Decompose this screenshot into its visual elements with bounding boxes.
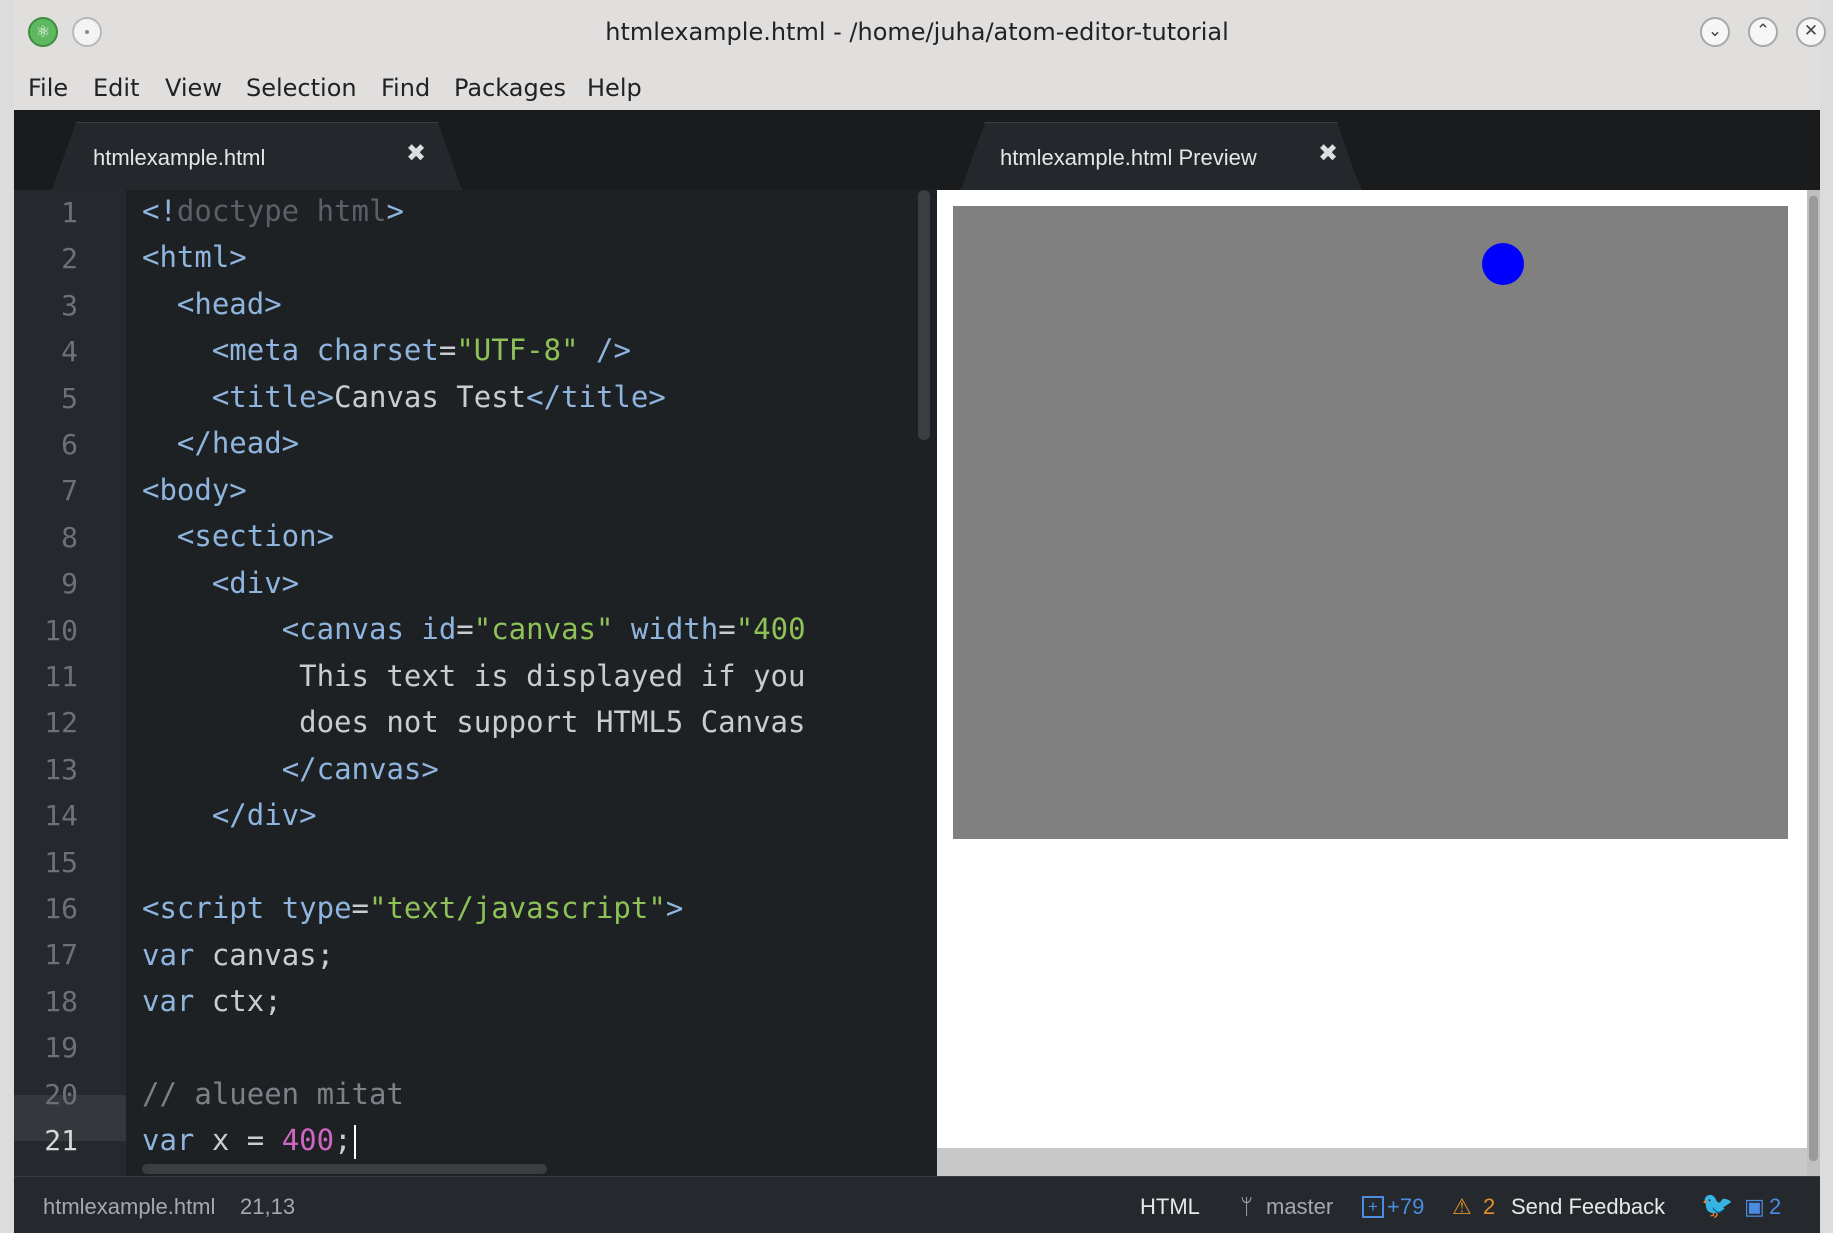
code-line: <!doctype html>: [142, 194, 404, 228]
html-preview-pane: [937, 190, 1807, 1148]
branch-icon: ᛘ: [1240, 1194, 1254, 1219]
menu-help[interactable]: Help: [587, 74, 642, 102]
code-line: <head>: [176, 287, 282, 321]
text-cursor: [353, 1125, 356, 1159]
line-number: 12: [44, 706, 78, 740]
minimize-button[interactable]: ⌄: [1700, 17, 1730, 47]
line-number: 17: [44, 938, 78, 972]
menu-view[interactable]: View: [165, 74, 222, 102]
line-number: 11: [44, 660, 78, 693]
status-packages[interactable]: 2: [1769, 1194, 1781, 1220]
bird-icon[interactable]: 🐦: [1701, 1190, 1733, 1221]
menu-selection[interactable]: Selection: [246, 74, 357, 102]
close-window-button[interactable]: ✕: [1796, 17, 1826, 47]
line-number: 8: [61, 520, 78, 554]
line-number: 14: [44, 799, 78, 833]
status-git-added[interactable]: +79: [1387, 1194, 1424, 1220]
code-line: This text is displayed if you: [142, 659, 806, 693]
tab-label: htmlexample.html Preview: [1000, 145, 1257, 170]
preview-canvas: [953, 206, 1788, 839]
menu-packages[interactable]: Packages: [454, 74, 566, 102]
code-line: <body>: [142, 473, 247, 507]
code-line: var x = 400;: [142, 1123, 356, 1159]
code-line: <meta charset="UTF-8" />: [211, 333, 631, 367]
code-line: var ctx;: [142, 984, 282, 1018]
code-line: <section>: [176, 519, 335, 553]
code-line: </canvas>: [281, 752, 439, 786]
line-number: 13: [44, 752, 78, 786]
workspace: htmlexample.html ✖ htmlexample.html Prev…: [14, 110, 1820, 1176]
line-number: 18: [44, 984, 78, 1018]
close-icon[interactable]: ✖: [1318, 139, 1338, 167]
line-number-gutter: 1 2 3 4 5 6 7 8 9 10 11 12 13 14 15 16 17 18 19 20 21: [14, 190, 126, 1176]
send-feedback-link[interactable]: Send Feedback: [1511, 1194, 1665, 1220]
chevron-down-icon: ⌄: [1707, 21, 1723, 41]
git-added-icon: +: [1362, 1196, 1384, 1218]
code-line: <script type="text/javascript">: [142, 891, 684, 925]
line-number: 7: [61, 474, 78, 508]
line-number: 9: [61, 567, 78, 601]
atom-window: ⚛ htmlexample.html - /home/juha/atom-edi…: [14, 0, 1826, 1233]
code-line: var canvas;: [142, 938, 335, 972]
code-line: </head>: [176, 426, 300, 460]
line-number: 21: [44, 1124, 78, 1157]
line-number: 5: [61, 381, 78, 415]
code-line: // alueen mitat: [142, 1077, 404, 1111]
line-number: 19: [44, 1031, 78, 1065]
status-warnings[interactable]: 2: [1483, 1194, 1495, 1220]
horizontal-scrollbar[interactable]: [142, 1164, 547, 1174]
status-bar: htmlexample.html 21,13 HTML ᛘ master + +…: [14, 1176, 1820, 1233]
line-number: 10: [44, 613, 78, 647]
status-file-name[interactable]: htmlexample.html: [43, 1194, 215, 1220]
preview-hscroll-track[interactable]: [937, 1148, 1807, 1176]
tab-label: htmlexample.html: [93, 145, 266, 170]
close-icon: ✕: [1803, 21, 1819, 41]
menu-find[interactable]: Find: [381, 74, 430, 102]
menu-bar: File Edit View Selection Find Packages H…: [14, 66, 1820, 110]
status-grammar[interactable]: HTML: [1140, 1194, 1200, 1220]
package-icon: ▣: [1744, 1194, 1765, 1219]
status-git-branch[interactable]: master: [1266, 1194, 1333, 1220]
code-line: </div>: [211, 798, 317, 832]
line-number: 16: [44, 892, 78, 925]
code-line: <canvas id="canvas" width="400: [281, 612, 806, 646]
line-number: 6: [61, 428, 78, 461]
line-number: 4: [61, 335, 78, 369]
vertical-scrollbar[interactable]: [918, 190, 930, 440]
line-number: 3: [61, 288, 78, 322]
warning-icon: ⚠: [1452, 1194, 1472, 1219]
line-number: 20: [44, 1077, 78, 1111]
line-number: 1: [61, 196, 78, 229]
code-line: <div>: [211, 566, 300, 600]
close-icon[interactable]: ✖: [406, 139, 426, 167]
tab-preview[interactable]: htmlexample.html Preview ✖: [961, 122, 1361, 190]
tab-bar: htmlexample.html ✖ htmlexample.html Prev…: [14, 110, 1820, 191]
title-bar: ⚛ htmlexample.html - /home/juha/atom-edi…: [14, 0, 1826, 66]
status-cursor-position[interactable]: 21,13: [240, 1194, 295, 1220]
code-line: <html>: [142, 240, 247, 274]
line-number: 2: [61, 242, 78, 276]
window-title: htmlexample.html - /home/juha/atom-edito…: [605, 18, 1229, 46]
preview-vertical-scrollbar[interactable]: [1807, 190, 1820, 1176]
tab-htmlexample[interactable]: htmlexample.html ✖: [52, 122, 462, 190]
code-line: <title>Canvas Test</title>: [211, 380, 666, 414]
menu-edit[interactable]: Edit: [93, 74, 139, 102]
menu-file[interactable]: File: [28, 74, 68, 102]
maximize-button[interactable]: ⌃: [1748, 17, 1778, 47]
code-line: does not support HTML5 Canvas: [142, 705, 806, 739]
line-number: 15: [44, 845, 78, 879]
ball: [1482, 243, 1524, 285]
scrollbar-thumb[interactable]: [1809, 196, 1818, 1161]
code-editor[interactable]: <!doctype html> <html> <head> <meta char…: [126, 190, 934, 1176]
chevron-up-icon: ⌃: [1755, 21, 1771, 41]
